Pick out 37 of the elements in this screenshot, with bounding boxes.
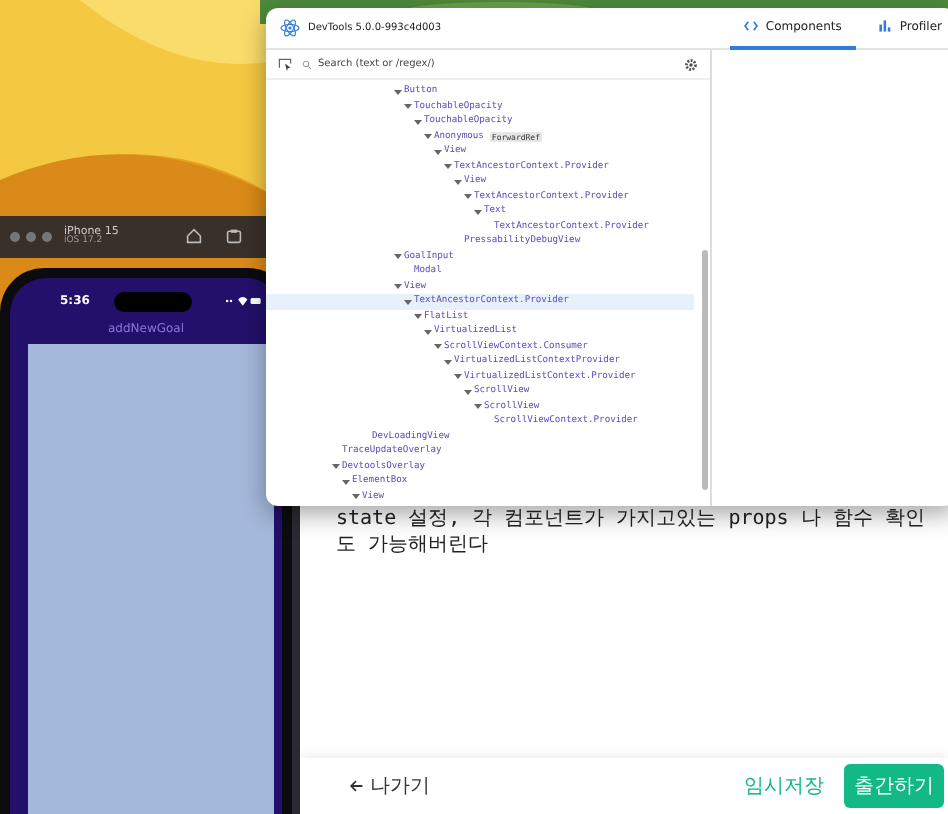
scrollbar-thumb[interactable] [702, 250, 708, 490]
back-button[interactable]: 나가기 [348, 772, 430, 800]
caret-icon[interactable] [424, 327, 432, 336]
caret-icon[interactable] [474, 207, 482, 216]
caret-icon[interactable] [414, 117, 422, 126]
home-icon[interactable] [186, 228, 202, 244]
caret-icon[interactable] [454, 177, 462, 186]
caret-icon[interactable] [352, 492, 360, 501]
caret-icon[interactable] [394, 252, 402, 261]
window-controls-icon[interactable] [10, 232, 52, 242]
select-element-icon[interactable] [278, 57, 292, 71]
caret-icon[interactable] [464, 192, 472, 201]
status-icons [224, 294, 262, 308]
caret-icon[interactable] [444, 162, 452, 171]
caret-icon[interactable] [474, 402, 482, 411]
caret-icon[interactable] [404, 102, 412, 111]
caret-icon[interactable] [342, 477, 350, 486]
caret-icon[interactable] [454, 372, 462, 381]
caret-icon[interactable] [414, 312, 422, 321]
caret-icon[interactable] [444, 357, 452, 366]
caret-icon[interactable] [464, 387, 472, 396]
caret-icon[interactable] [332, 462, 340, 471]
caret-icon[interactable] [394, 282, 402, 291]
caret-icon[interactable] [434, 147, 442, 156]
caret-icon[interactable] [394, 87, 402, 96]
caret-icon[interactable] [434, 342, 442, 351]
screenshot-icon[interactable] [226, 228, 242, 244]
caret-icon[interactable] [404, 297, 412, 306]
bar-chart-icon [877, 20, 892, 32]
atom-icon [280, 18, 300, 38]
left-arrow-icon [348, 778, 364, 794]
settings-icon[interactable] [684, 57, 698, 71]
caret-icon[interactable] [424, 132, 432, 141]
search-icon [302, 59, 312, 69]
dynamic-island [113, 291, 193, 311]
code-brackets-icon [743, 20, 758, 32]
post-text: state 설정, 각 컴포넌트가 가지고있는 props 나 함수 확인도 가능해버린다 [336, 506, 927, 558]
